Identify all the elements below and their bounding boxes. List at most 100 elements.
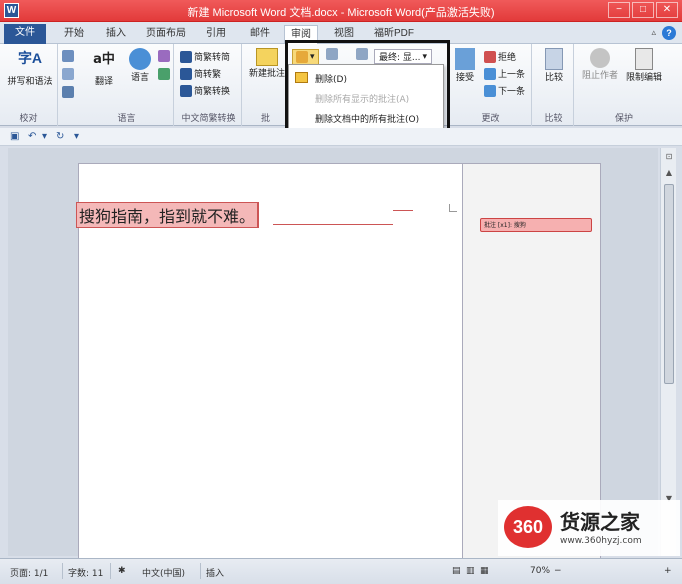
spelling-grammar-button[interactable]: 字A 拼写和语法 [6, 48, 54, 87]
new-comment-button[interactable]: 新建批注 [246, 48, 288, 79]
accept-button[interactable]: 接受 [450, 48, 480, 83]
group-comments: 新建批注 批 [244, 44, 288, 126]
group-comments-label: 批 [260, 114, 270, 124]
quick-access-toolbar: ▣ ↶ ▾ ↻ ▾ [0, 128, 682, 146]
maximize-button[interactable]: □ [632, 2, 654, 18]
display-for-review-icon[interactable] [356, 48, 368, 60]
ruler-toggle-icon[interactable]: ⊡ [663, 152, 675, 163]
compare-button[interactable]: 比较 [538, 48, 570, 83]
save-icon[interactable]: ▣ [10, 131, 19, 142]
to-simp-label: 简转繁 [194, 70, 222, 80]
word-count-icon[interactable] [62, 86, 74, 98]
reject-button[interactable]: 拒绝 [484, 50, 516, 63]
tab-view[interactable]: 视图 [328, 25, 360, 44]
comment-icon [256, 48, 278, 66]
customize-qat-icon[interactable]: ▾ [74, 131, 79, 142]
language-button[interactable]: 语言 [122, 48, 158, 83]
comment-balloon[interactable]: 批注 [x1]: 搜狗 [480, 218, 592, 232]
group-language: a中 翻译 语言 语言 [80, 44, 174, 126]
redo-icon[interactable]: ↻ [56, 131, 64, 142]
compare-icon [545, 48, 563, 70]
menu-delete-all-shown: 删除所有显示的批注(A) [315, 95, 410, 105]
divider [110, 563, 111, 579]
display-mode-select[interactable]: 最终: 显... ▾ [374, 49, 433, 64]
tab-insert[interactable]: 插入 [100, 25, 132, 44]
proofing-status-icon[interactable]: ✱ [118, 566, 126, 576]
convert-label: 简繁转换 [194, 87, 231, 97]
trad-icon [180, 50, 192, 63]
to-simplified-button[interactable]: 简转繁 [180, 67, 221, 80]
tab-page-layout[interactable]: 页面布局 [140, 25, 192, 44]
translate-button[interactable]: a中 翻译 [86, 48, 122, 87]
tab-file[interactable]: 文件 [4, 24, 46, 44]
tab-home[interactable]: 开始 [58, 25, 90, 44]
help-icon[interactable]: ? [662, 26, 676, 40]
watermark-logo: 360 [504, 506, 552, 548]
simp-icon [180, 67, 192, 80]
convert-icon [180, 84, 192, 97]
group-changes: 接受 拒绝 上一条 下一条 更改 [450, 44, 532, 126]
zoom-in-icon[interactable]: + [664, 566, 672, 576]
menu-delete-all-in-document[interactable]: 删除文档中的所有批注(O) [315, 112, 419, 125]
scroll-up-icon[interactable]: ▲ [663, 168, 675, 179]
zoom-out-icon[interactable]: − [554, 566, 562, 576]
translate-icon: a中 [93, 52, 115, 67]
to-traditional-button[interactable]: 简繁转简 [180, 50, 230, 63]
word-count[interactable]: 字数: 11 [68, 566, 103, 579]
group-compare-label: 比较 [544, 114, 563, 124]
menu-delete[interactable]: 删除(D) [315, 72, 347, 85]
pinyin-icon[interactable] [158, 50, 170, 62]
previous-icon [484, 67, 496, 80]
new-comment-label: 新建批注 [248, 69, 285, 79]
status-bar: 页面: 1/1 字数: 11 ✱ 中文(中国) 插入 ▤ ▥ ▦ 70% − + [0, 558, 682, 584]
previous-label: 上一条 [498, 70, 526, 80]
minimize-button[interactable]: − [608, 2, 630, 18]
ribbon-tabs: 文件 开始 插入 页面布局 引用 邮件 审阅 视图 福昕PDF ▵ ? [0, 22, 682, 44]
window-controls: − □ ✕ [608, 2, 678, 18]
page-count[interactable]: 页面: 1/1 [10, 566, 48, 579]
view-web-icon[interactable]: ▦ [480, 566, 489, 576]
thesaurus-icon[interactable] [62, 68, 74, 80]
view-reading-icon[interactable]: ▥ [466, 566, 475, 576]
language-status[interactable]: 中文(中国) [142, 566, 185, 579]
undo-dropdown-icon[interactable]: ▾ [42, 131, 47, 142]
tab-foxit-pdf[interactable]: 福昕PDF [368, 25, 420, 44]
group-proofing: 字A 拼写和语法 校对 [0, 44, 74, 126]
delete-comment-menu: 删除(D) 删除所有显示的批注(A) 删除文档中的所有批注(O) [288, 64, 444, 130]
comment-connector [393, 210, 413, 226]
compare-label: 比较 [544, 73, 563, 83]
previous-change-button[interactable]: 上一条 [484, 67, 525, 80]
tab-references[interactable]: 引用 [200, 25, 232, 44]
research-icon[interactable] [62, 50, 74, 62]
delete-comment-button[interactable]: ▾ [292, 49, 319, 65]
block-authors-button[interactable]: 阻止作者 [578, 48, 622, 81]
title-bar: W 新建 Microsoft Word 文档.docx - Microsoft … [0, 0, 682, 22]
window-title: 新建 Microsoft Word 文档.docx - Microsoft Wo… [187, 7, 495, 19]
document-text[interactable]: 搜狗指南，指到就不难。 [76, 202, 260, 228]
convert-button[interactable]: 简繁转换 [180, 84, 230, 97]
comment-connector [273, 224, 393, 225]
ribbon-minimize-icon[interactable]: ▵ [651, 28, 656, 38]
close-button[interactable]: ✕ [656, 2, 678, 18]
block-authors-icon [590, 48, 610, 68]
view-print-layout-icon[interactable]: ▤ [452, 566, 461, 576]
scroll-thumb[interactable] [664, 184, 674, 384]
vertical-scrollbar[interactable]: ⊡ ▲ ▼ [660, 148, 676, 556]
restrict-editing-label: 限制编辑 [625, 73, 662, 83]
delete-comment-icon [295, 72, 308, 83]
tab-mailings[interactable]: 邮件 [244, 25, 276, 44]
zoom-level[interactable]: 70% [530, 566, 550, 576]
group-protect-label: 保护 [614, 114, 633, 124]
crop-mark [449, 204, 457, 212]
next-change-button[interactable]: 下一条 [484, 84, 525, 97]
track-changes-icon[interactable] [326, 48, 338, 60]
tab-review[interactable]: 审阅 [284, 25, 318, 44]
spelling-label: 拼写和语法 [7, 77, 53, 87]
undo-icon[interactable]: ↶ [28, 131, 36, 142]
watermark-name: 货源之家 [560, 510, 640, 534]
watermark-url: www.360hyzj.com [560, 536, 642, 546]
ime-icon[interactable] [158, 68, 170, 80]
insert-mode[interactable]: 插入 [206, 566, 224, 579]
restrict-editing-button[interactable]: 限制编辑 [622, 48, 666, 83]
watermark: 360 货源之家 www.360hyzj.com [498, 500, 680, 556]
